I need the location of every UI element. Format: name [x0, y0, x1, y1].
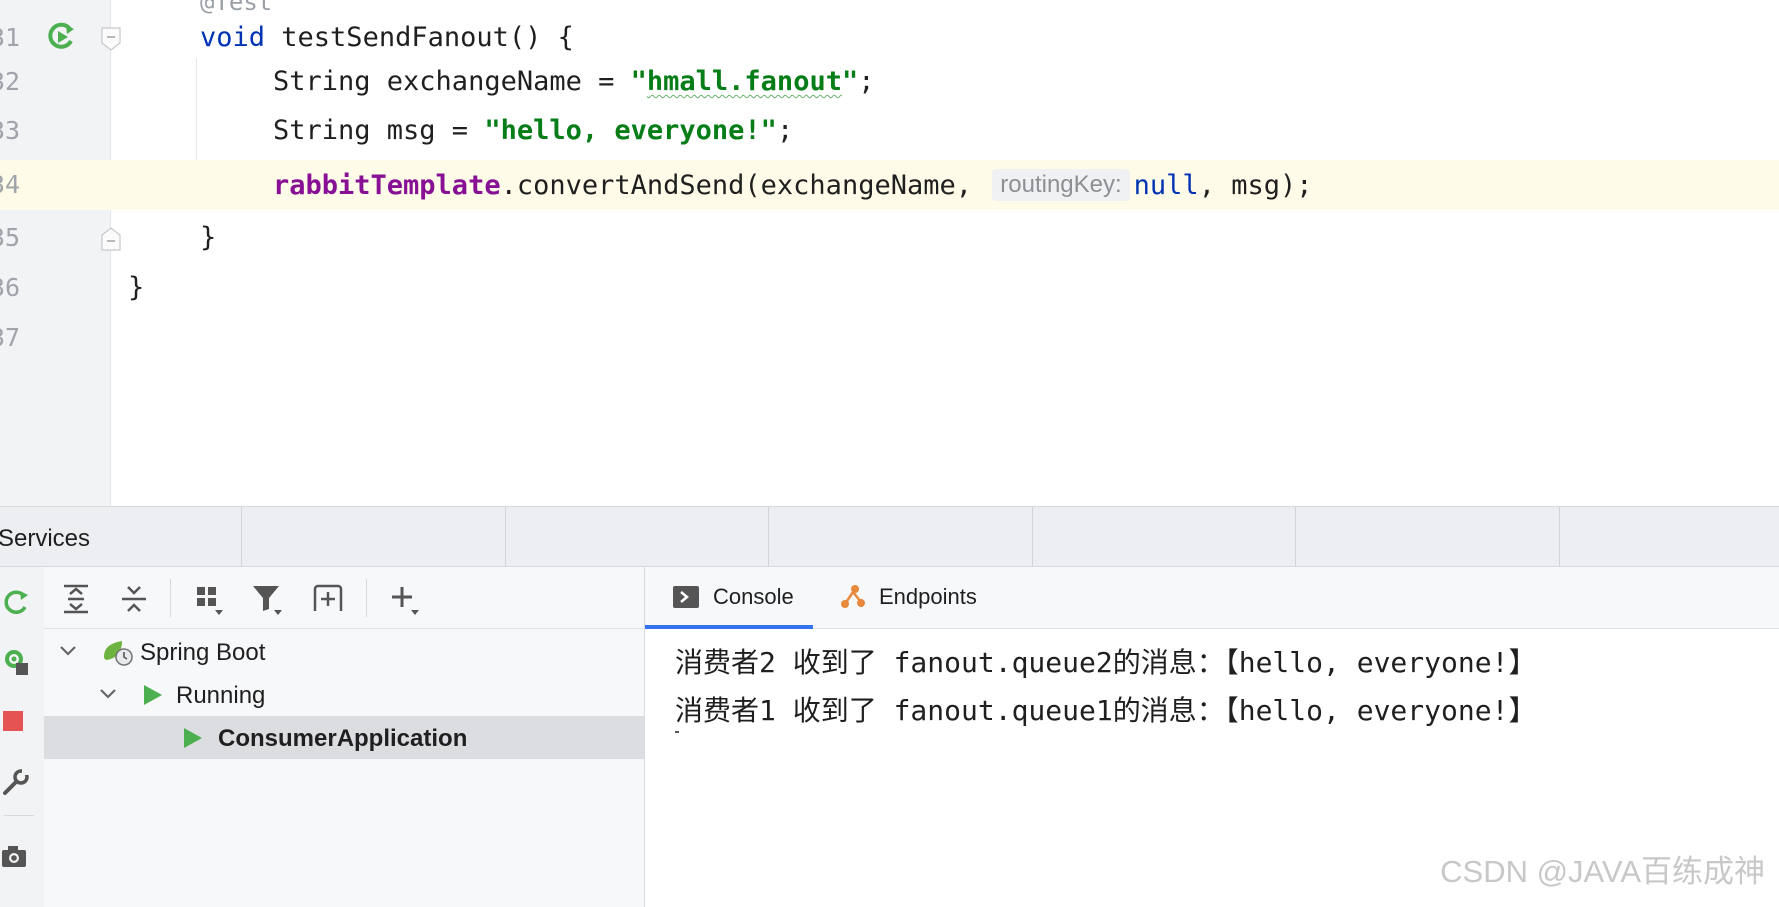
- expand-all-icon[interactable]: [58, 581, 94, 617]
- code-token: "hello, everyone!": [484, 115, 777, 146]
- code-line-current: 34 rabbitTemplate.convertAndSend(exchang…: [0, 160, 1779, 210]
- toolbar-separator: [170, 579, 171, 617]
- services-toolbar: [44, 567, 644, 629]
- toolbar-separator: [366, 579, 367, 617]
- code-token: }: [200, 222, 217, 253]
- group-icon[interactable]: [192, 581, 228, 617]
- code-text: }: [200, 222, 216, 253]
- line-number: 32: [0, 67, 21, 96]
- open-in-new-tab-icon[interactable]: [310, 581, 346, 617]
- console-output-line: 消费者2 收到了 fanout.queue2的消息：【hello, everyo…: [675, 646, 1537, 679]
- code-text: String exchangeName = "hmall.fanout";: [273, 66, 875, 97]
- services-action-strip: [0, 567, 45, 907]
- parameter-hint: routingKey:: [992, 169, 1130, 201]
- code-token: ": [841, 66, 859, 97]
- code-text: String msg = "hello, everyone!";: [273, 115, 793, 146]
- code-text: }: [128, 272, 144, 303]
- tree-label: Running: [176, 682, 266, 709]
- line-number: 37: [0, 323, 21, 352]
- header-divider: [1032, 507, 1033, 567]
- tab-endpoints[interactable]: Endpoints: [835, 567, 1005, 628]
- code-token: }: [128, 272, 145, 303]
- line-number: 34: [0, 170, 21, 199]
- collapse-all-icon[interactable]: [116, 581, 152, 617]
- code-token: null: [1133, 170, 1199, 201]
- chevron-down-icon[interactable]: [58, 641, 78, 661]
- stop-icon[interactable]: [2, 707, 32, 737]
- tree-label: ConsumerApplication: [218, 725, 468, 752]
- tree-node-spring-boot[interactable]: Spring Boot: [44, 630, 644, 673]
- services-title: Services: [0, 525, 91, 552]
- code-token: ;: [858, 66, 875, 97]
- run-test-icon[interactable]: [44, 19, 78, 53]
- add-icon[interactable]: [388, 581, 424, 617]
- tab-console[interactable]: Console: [645, 567, 813, 629]
- code-editor[interactable]: @Test 31 void testSendFanout() { 32 Stri…: [0, 0, 1779, 506]
- settings-icon[interactable]: [2, 647, 32, 677]
- header-divider: [505, 507, 506, 567]
- run-icon: [184, 728, 202, 748]
- code-token: hmall.fanout: [646, 66, 842, 97]
- code-line: 32 String exchangeName = "hmall.fanout";: [0, 57, 1779, 107]
- console-tab-bar: Console Endpoints: [645, 567, 1779, 629]
- code-token: .convertAndSend(exchangeName,: [500, 170, 989, 201]
- tree-node-running[interactable]: Running: [44, 673, 644, 716]
- console-output-line: 消费者1 收到了 fanout.queue1的消息：【hello, everyo…: [675, 694, 1537, 727]
- spring-boot-icon: [103, 641, 133, 666]
- services-tool-window-header: Services: [0, 506, 1779, 567]
- filter-icon[interactable]: [250, 581, 286, 617]
- code-line: 36 }: [0, 263, 1779, 313]
- code-token: void: [200, 22, 266, 53]
- header-divider: [768, 507, 769, 567]
- tree-node-consumer-application[interactable]: ConsumerApplication: [44, 716, 644, 759]
- services-tree-panel: Spring Boot Running ConsumerApplication: [44, 567, 645, 907]
- code-line: 31 void testSendFanout() {: [0, 13, 1779, 63]
- header-divider: [1295, 507, 1296, 567]
- fold-end-icon[interactable]: [101, 227, 121, 251]
- strip-divider: [4, 815, 34, 816]
- endpoints-icon: [841, 585, 865, 608]
- line-number: 35: [0, 223, 21, 252]
- line-number: 31: [0, 23, 21, 52]
- code-text: rabbitTemplate.convertAndSend(exchangeNa…: [273, 169, 1312, 201]
- code-token: ": [630, 66, 647, 97]
- code-token: , msg);: [1198, 170, 1313, 201]
- code-token: String exchangeName =: [273, 66, 631, 97]
- line-number: 36: [0, 273, 21, 302]
- run-icon: [144, 685, 162, 705]
- code-token: ;: [776, 115, 794, 146]
- code-text: void testSendFanout() {: [200, 22, 574, 53]
- tab-label: Console: [713, 584, 794, 609]
- header-divider: [1559, 507, 1560, 567]
- tree-label: Spring Boot: [140, 639, 266, 666]
- rerun-icon[interactable]: [2, 587, 32, 617]
- tab-label: Endpoints: [879, 584, 977, 609]
- code-token: rabbitTemplate: [273, 170, 501, 201]
- chevron-down-icon[interactable]: [98, 684, 118, 704]
- fold-icon[interactable]: [101, 27, 121, 51]
- console-caret: [675, 731, 679, 733]
- code-token: testSendFanout() {: [265, 22, 574, 53]
- watermark: CSDN @JAVA百练成神: [1440, 854, 1765, 889]
- console-icon: [673, 586, 699, 608]
- wrench-icon[interactable]: [2, 767, 32, 797]
- header-divider: [241, 507, 242, 567]
- code-token: String msg =: [273, 115, 485, 146]
- code-line: 37: [0, 313, 1779, 363]
- code-line: 35 }: [0, 213, 1779, 263]
- line-number: 33: [0, 116, 21, 145]
- code-line: 33 String msg = "hello, everyone!";: [0, 106, 1779, 156]
- camera-icon[interactable]: [2, 842, 32, 872]
